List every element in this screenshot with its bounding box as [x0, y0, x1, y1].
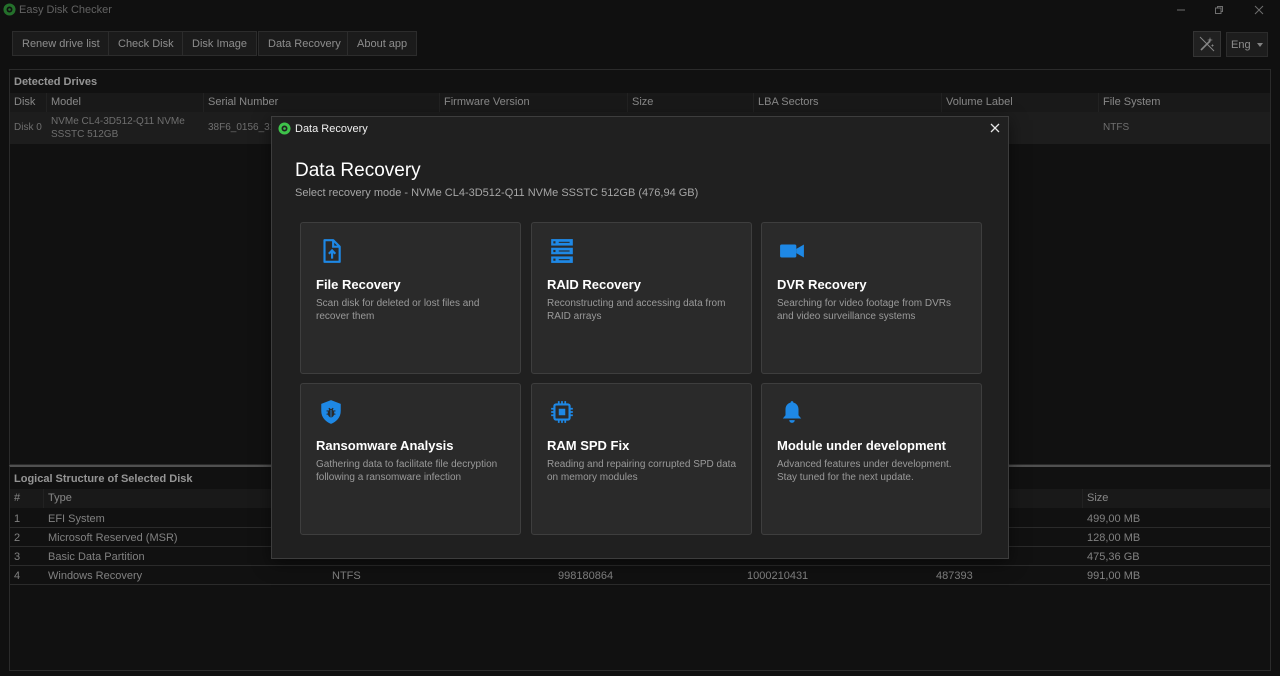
- dialog-title-bar: Data Recovery: [272, 117, 1008, 141]
- file-upload-icon: [317, 237, 345, 265]
- card-title: Module under development: [777, 438, 947, 453]
- card-title: RAID Recovery: [547, 277, 641, 292]
- close-icon: [990, 123, 1000, 133]
- card-description: Searching for video footage from DVRs an…: [777, 298, 951, 322]
- chip-icon: [548, 398, 576, 426]
- card-title: RAM SPD Fix: [547, 438, 630, 453]
- dialog-close-button[interactable]: [988, 121, 1002, 135]
- dialog-heading: Data Recovery: [295, 160, 421, 181]
- card-description: Scan disk for deleted or lost files and …: [316, 298, 480, 322]
- card-title: DVR Recovery: [777, 277, 867, 292]
- dialog-window-title: Data Recovery: [295, 123, 368, 135]
- card-description: Reading and repairing corrupted SPD data…: [547, 459, 737, 483]
- card-title: File Recovery: [316, 277, 401, 292]
- ransomware-analysis-card[interactable]: Ransomware Analysis Gathering data to fa…: [300, 383, 521, 535]
- shield-bug-icon: [317, 398, 345, 426]
- card-description: Reconstructing and accessing data from R…: [547, 298, 726, 322]
- card-description: Gathering data to facilitate file decryp…: [316, 459, 498, 483]
- dvr-recovery-card[interactable]: DVR Recovery Searching for video footage…: [761, 222, 982, 374]
- dialog-subtitle: Select recovery mode - NVMe CL4-3D512-Q1…: [295, 187, 699, 199]
- data-recovery-dialog: Data Recovery Data Recovery Select recov…: [271, 116, 1009, 559]
- card-description: Advanced features under development. Sta…: [777, 459, 952, 483]
- module-under-development-card[interactable]: Module under development Advanced featur…: [761, 383, 982, 535]
- file-recovery-card[interactable]: File Recovery Scan disk for deleted or l…: [300, 222, 521, 374]
- bell-icon: [778, 398, 806, 426]
- ram-spd-fix-card[interactable]: RAM SPD Fix Reading and repairing corrup…: [531, 383, 752, 535]
- video-camera-icon: [778, 237, 806, 265]
- raid-recovery-card[interactable]: RAID Recovery Reconstructing and accessi…: [531, 222, 752, 374]
- app-logo-icon: [278, 122, 291, 135]
- card-title: Ransomware Analysis: [316, 438, 454, 453]
- server-stack-icon: [548, 237, 576, 265]
